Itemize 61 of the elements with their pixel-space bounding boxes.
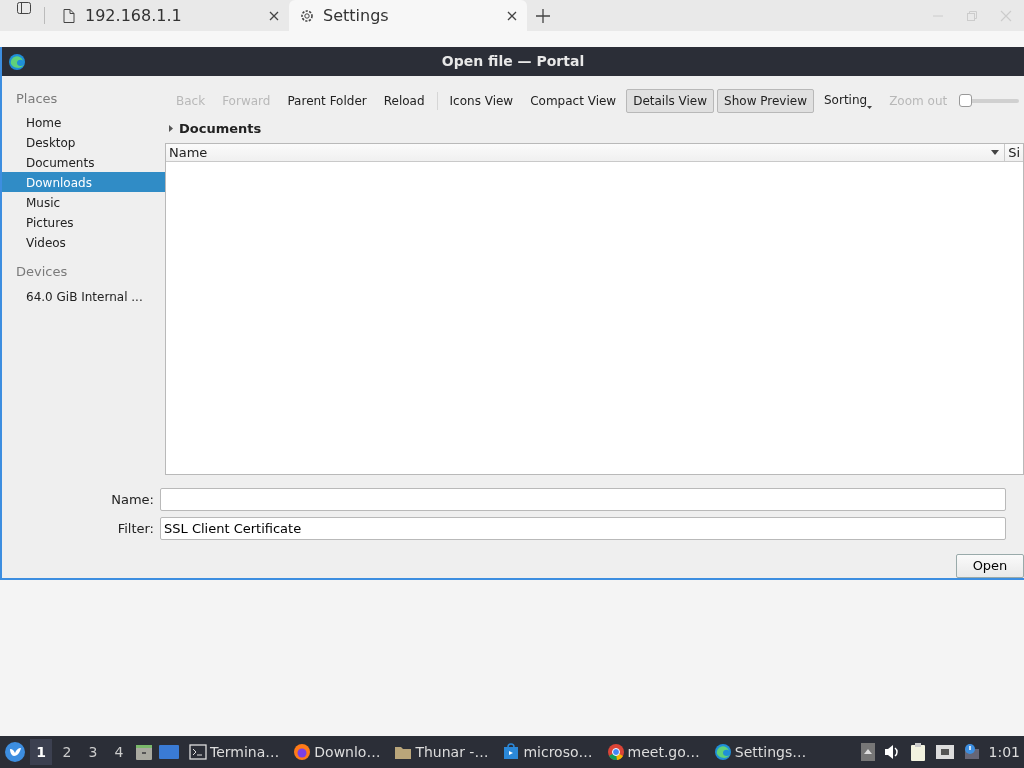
- workspace-button[interactable]: 4: [108, 739, 130, 765]
- taskbar-button[interactable]: microso…: [497, 741, 598, 763]
- input-field[interactable]: [160, 488, 1006, 511]
- browser-tab[interactable]: 192.168.1.1: [51, 0, 289, 31]
- expand-arrow-icon[interactable]: [169, 125, 173, 133]
- section-heading: Devices: [15, 262, 69, 281]
- browser-icon: [606, 743, 625, 761]
- page-icon: [61, 7, 77, 24]
- workspace-button[interactable]: 2: [56, 739, 78, 765]
- close-icon[interactable]: [269, 10, 279, 21]
- open-button[interactable]: Open: [956, 554, 1024, 578]
- caret-icon: [867, 106, 873, 110]
- menu-button[interactable]: Sorting: [817, 88, 880, 113]
- app-logo-icon: [8, 52, 26, 71]
- location-crumb[interactable]: Documents: [179, 119, 262, 139]
- sidebar-item[interactable]: Documents: [2, 151, 165, 172]
- clipboard-icon[interactable]: [908, 742, 927, 762]
- browser-icon: [293, 743, 312, 761]
- start-menu-icon[interactable]: [4, 741, 26, 763]
- toolbar-button[interactable]: Parent Folder: [280, 88, 374, 113]
- terminal-icon: [189, 743, 207, 761]
- slider-thumb[interactable]: [959, 93, 973, 107]
- section-heading: Places: [15, 90, 59, 108]
- file-cabinet-icon[interactable]: [134, 742, 154, 762]
- volume-icon[interactable]: [882, 743, 901, 761]
- desktop-icon[interactable]: [158, 742, 180, 762]
- toolbar-button[interactable]: Show Preview: [717, 88, 814, 113]
- toolbar-button[interactable]: Icons View: [442, 88, 521, 113]
- field-label: Name:: [110, 490, 155, 509]
- column-header[interactable]: Name: [166, 143, 992, 161]
- new-tab-icon[interactable]: [535, 7, 551, 24]
- close-icon[interactable]: [507, 10, 517, 21]
- column-header[interactable]: Si: [1004, 143, 1023, 161]
- bag-icon: [502, 743, 521, 761]
- browser-tab[interactable]: Settings: [289, 0, 527, 31]
- taskbar-button[interactable]: Thunar -…: [389, 741, 494, 763]
- taskbar-button[interactable]: meet.go…: [601, 741, 705, 763]
- sidebar-item[interactable]: Pictures: [2, 211, 165, 232]
- workspace-button[interactable]: 1: [30, 739, 52, 765]
- notification-icon[interactable]: [962, 743, 981, 761]
- dialog-title: Open file — Portal: [440, 52, 586, 71]
- sidebar-item[interactable]: Home: [2, 111, 165, 132]
- toolbar-button[interactable]: Details View: [626, 88, 715, 113]
- sidebar-item[interactable]: Desktop: [2, 131, 165, 152]
- taskbar-button[interactable]: Termina…: [184, 741, 285, 763]
- toolbar-button[interactable]: Compact View: [523, 88, 624, 113]
- sidebar-item[interactable]: 64.0 GiB Internal ...: [2, 286, 165, 306]
- taskbar-button[interactable]: Settings…: [708, 741, 812, 763]
- field-label: Filter:: [116, 519, 155, 538]
- sidebar-item[interactable]: Downloads: [2, 171, 165, 192]
- input-field[interactable]: SSL Client Certificate: [160, 517, 1006, 540]
- sidebar-item[interactable]: Videos: [2, 231, 165, 252]
- workspace-button[interactable]: 3: [82, 739, 104, 765]
- gear-icon: [299, 7, 315, 24]
- clock-text: 1:01: [988, 742, 1020, 762]
- sort-arrow-icon[interactable]: [991, 149, 1000, 155]
- taskbar-button[interactable]: Downlo…: [288, 741, 386, 763]
- toolbar-button[interactable]: Reload: [376, 88, 432, 113]
- browser-icon: [713, 743, 732, 761]
- sidebar-item[interactable]: Music: [2, 191, 165, 212]
- network-icon[interactable]: [934, 743, 955, 761]
